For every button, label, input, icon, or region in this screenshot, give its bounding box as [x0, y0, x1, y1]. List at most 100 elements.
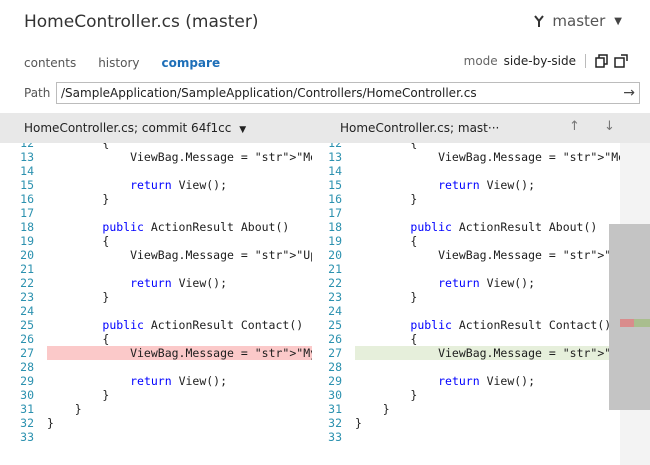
code-line: 30 }	[0, 388, 312, 402]
code-text: return View();	[438, 276, 536, 290]
code-line: 30 }	[328, 388, 620, 402]
line-number: 14	[20, 164, 34, 178]
code-line: 26 {	[0, 332, 312, 346]
path-input[interactable]: /SampleApplication/SampleApplication/Con…	[56, 82, 640, 104]
code-line: 12 {	[328, 143, 620, 150]
code-text: {	[47, 143, 110, 150]
code-text: }	[47, 416, 54, 430]
line-number: 29	[20, 374, 34, 388]
line-number: 20	[20, 248, 34, 262]
code-line: 18 public ActionResult About()	[0, 220, 312, 234]
code-text: return View();	[438, 178, 536, 192]
code-line: 26 {	[328, 332, 620, 346]
line-number: 27	[328, 346, 342, 360]
code-line: 14	[328, 164, 620, 178]
code-line: 21	[0, 262, 312, 276]
right-file-title[interactable]: HomeController.cs; mast···	[340, 121, 499, 135]
right-code-pane[interactable]: 12 {13 ViewBag.Message = "str">"Modify t…	[328, 143, 620, 465]
tab-history[interactable]: history	[98, 56, 139, 70]
line-number: 25	[20, 318, 34, 332]
arrow-down-icon[interactable]: ↓	[604, 119, 615, 134]
code-text: {	[355, 332, 418, 346]
open-in-new-window-icon[interactable]	[614, 54, 628, 68]
line-number: 24	[20, 304, 34, 318]
code-line: 27 ViewBag.Message = "str">"Updating	[328, 346, 620, 360]
line-number: 26	[20, 332, 34, 346]
path-row: Path /SampleApplication/SampleApplicatio…	[24, 82, 640, 104]
line-number: 33	[20, 430, 34, 444]
code-line: 20 ViewBag.Message = "str">"Updating t	[328, 248, 620, 262]
left-code-pane[interactable]: 12 {13 ViewBag.Message = "str">"Modify t…	[0, 143, 312, 465]
line-number: 13	[20, 150, 34, 164]
mode-separator	[585, 54, 586, 68]
code-text: return View();	[438, 374, 536, 388]
right-code-lines: 12 {13 ViewBag.Message = "str">"Modify t…	[328, 143, 620, 444]
line-number: 24	[328, 304, 342, 318]
arrow-up-icon[interactable]: ↑	[569, 119, 580, 134]
code-line: 32}	[0, 416, 312, 430]
line-number: 19	[328, 234, 342, 248]
code-line: 18 public ActionResult About()	[328, 220, 620, 234]
code-line: 15 return View();	[0, 178, 312, 192]
code-text: }	[355, 192, 418, 206]
line-number: 23	[328, 290, 342, 304]
inline-diff-icon[interactable]	[595, 54, 608, 68]
line-number: 19	[20, 234, 34, 248]
line-number: 12	[328, 143, 342, 150]
code-line: 24	[0, 304, 312, 318]
chevron-down-icon: ▼	[614, 15, 622, 27]
diff-header: HomeController.cs; commit 64f1cc ▼ HomeC…	[0, 113, 650, 143]
code-text: return View();	[130, 178, 228, 192]
overview-added-marker	[634, 319, 650, 327]
mode-selector: mode side-by-side	[464, 54, 628, 68]
mode-value[interactable]: side-by-side	[504, 54, 576, 68]
line-number: 22	[328, 276, 342, 290]
code-line: 33	[0, 430, 312, 444]
line-number: 15	[328, 178, 342, 192]
code-line: 14	[0, 164, 312, 178]
code-line: 33	[328, 430, 620, 444]
line-number: 16	[20, 192, 34, 206]
code-line: 12 {	[0, 143, 312, 150]
code-line: 16 }	[0, 192, 312, 206]
code-line: 25 public ActionResult Contact()	[0, 318, 312, 332]
line-number: 16	[328, 192, 342, 206]
overview-thumb[interactable]	[609, 224, 650, 410]
code-line: 21	[328, 262, 620, 276]
line-number: 20	[328, 248, 342, 262]
code-line: 19 {	[0, 234, 312, 248]
line-number: 14	[328, 164, 342, 178]
code-line: 31 }	[0, 402, 312, 416]
code-text: }	[47, 290, 110, 304]
path-label: Path	[24, 86, 51, 100]
code-text: }	[47, 388, 110, 402]
code-line: 13 ViewBag.Message = "str">"Modify th	[328, 150, 620, 164]
tab-compare[interactable]: compare	[161, 56, 220, 70]
line-number: 23	[20, 290, 34, 304]
code-text: }	[355, 388, 418, 402]
code-text: {	[355, 143, 418, 150]
chevron-down-icon: ▼	[239, 125, 247, 135]
code-line: 13 ViewBag.Message = "str">"Modify th	[0, 150, 312, 164]
line-number: 30	[20, 388, 34, 402]
code-text: public ActionResult About()	[410, 220, 598, 234]
branch-selector[interactable]: master ▼	[532, 12, 622, 30]
code-line: 17	[0, 206, 312, 220]
code-text: ViewBag.Message = "str">"Updating t	[355, 248, 620, 262]
line-number: 31	[20, 402, 34, 416]
line-number: 22	[20, 276, 34, 290]
code-text: }	[355, 416, 362, 430]
arrow-right-icon[interactable]: →	[623, 86, 635, 100]
code-line: 24	[328, 304, 620, 318]
left-file-title: HomeController.cs; commit 64f1cc	[24, 121, 232, 135]
tab-contents[interactable]: contents	[24, 56, 76, 70]
code-text: {	[47, 332, 110, 346]
left-commit-selector[interactable]: HomeController.cs; commit 64f1cc ▼	[24, 121, 246, 135]
line-number: 28	[328, 360, 342, 374]
line-number: 32	[20, 416, 34, 430]
code-line: 23 }	[328, 290, 620, 304]
code-line: 28	[0, 360, 312, 374]
line-number: 33	[328, 430, 342, 444]
diff-overview-ruler[interactable]	[609, 143, 650, 465]
path-value: /SampleApplication/SampleApplication/Con…	[61, 86, 477, 100]
